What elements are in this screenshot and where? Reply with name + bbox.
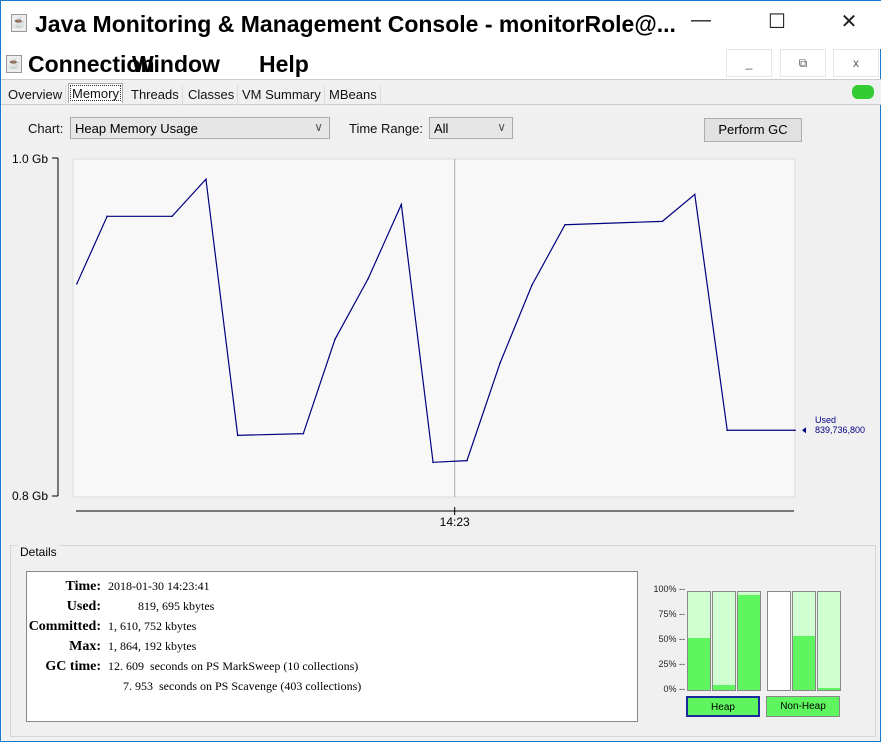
java-frame-icon: ☕ [6, 55, 22, 73]
chart-select[interactable]: Heap Memory Usage ∨ [70, 117, 330, 139]
heap-memory-chart: 1.0 Gb 0.8 Gb 14:23 Used 839,736,800 [12, 152, 865, 529]
data-point [661, 220, 664, 223]
details-title: Details [18, 545, 59, 559]
tab-memory[interactable]: Memory [68, 83, 123, 103]
menu-window[interactable]: Window [132, 51, 220, 78]
tab-mbeans[interactable]: MBeans [326, 85, 381, 105]
chevron-down-icon: ∨ [497, 120, 506, 134]
tab-threads[interactable]: Threads [128, 85, 183, 105]
tab-bar: Overview Memory Threads Classes VM Summa… [1, 79, 881, 105]
java-app-icon: ☕ [11, 14, 27, 32]
pool-usage-bar[interactable] [687, 591, 711, 691]
time-range-select[interactable]: All ∨ [429, 117, 513, 139]
detail-key: Max: [69, 639, 101, 654]
window-title: Java Monitoring & Management Console - m… [35, 11, 676, 37]
detail-value: 12. 609 seconds on PS MarkSweep (10 coll… [108, 659, 359, 673]
detail-value: 2018-01-30 14:23:41 [108, 579, 210, 593]
detail-row-max: Max: 1, 864, 192 kbytes [27, 639, 627, 655]
data-point [302, 432, 305, 435]
pct-label: 75% -- [658, 609, 685, 619]
detail-key: Time: [65, 579, 101, 594]
data-point [726, 429, 729, 432]
detail-key: Used: [66, 599, 101, 614]
data-point [236, 434, 239, 437]
detail-value: 1, 610, 752 kbytes [108, 619, 197, 633]
y-tick-label-bottom: 0.8 Gb [12, 489, 48, 503]
data-point [693, 193, 696, 196]
chart-label: Chart: [28, 121, 64, 136]
pool-usage-fill [688, 638, 710, 690]
inner-restore-button[interactable]: ⧉ [780, 49, 826, 77]
pool-usage-bar[interactable] [767, 591, 791, 691]
x-tick-label: 14:23 [440, 515, 470, 529]
data-point [466, 459, 468, 462]
pool-usage-bar[interactable] [792, 591, 816, 691]
time-range-label: Time Range: [349, 121, 423, 136]
perform-gc-button[interactable]: Perform GC [704, 118, 802, 142]
data-point [794, 429, 796, 432]
tab-overview[interactable]: Overview [5, 85, 67, 105]
data-point [564, 223, 566, 226]
data-point [432, 461, 434, 464]
pct-label: 50% -- [658, 634, 685, 644]
pct-label: 100% -- [653, 584, 685, 594]
legend-used-label: Used [815, 415, 836, 425]
details-box: Time: 2018-01-30 14:23:41 Used: 819, 695 … [26, 571, 638, 722]
close-button[interactable]: ✕ [829, 9, 869, 34]
data-point [400, 203, 403, 206]
detail-value: 7. 953 seconds on PS Scavenge (403 colle… [108, 679, 362, 693]
y-tick-label-top: 1.0 Gb [12, 152, 48, 166]
pct-label: 25% -- [658, 659, 685, 669]
detail-row-gc-time: GC time: 12. 609 seconds on PS MarkSweep … [27, 659, 627, 675]
memory-panel: Chart: Heap Memory Usage ∨ Time Range: Al… [2, 105, 880, 741]
chart-select-value: Heap Memory Usage [75, 121, 198, 136]
data-point [171, 215, 173, 218]
tab-vm-summary[interactable]: VM Summary [239, 85, 325, 105]
connection-status-icon [852, 85, 874, 99]
inner-close-button[interactable]: x [833, 49, 879, 77]
maximize-button[interactable]: ☐ [757, 9, 797, 34]
pool-usage-fill [738, 594, 760, 690]
minimize-button[interactable]: — [681, 9, 721, 32]
menu-help[interactable]: Help [259, 51, 309, 78]
pool-usage-fill [793, 636, 815, 690]
inner-minimize-button[interactable]: _ [726, 49, 772, 77]
legend-used-value: 839,736,800 [815, 425, 865, 435]
data-point [334, 338, 336, 341]
data-point [106, 215, 108, 218]
pool-usage-fill [713, 685, 735, 690]
non-heap-pool-button[interactable]: Non-Heap [766, 696, 840, 717]
pool-usage-bar[interactable] [737, 591, 761, 691]
data-point [531, 284, 533, 287]
heap-pool-button[interactable]: Heap [686, 696, 760, 717]
detail-row-time: Time: 2018-01-30 14:23:41 [27, 579, 627, 595]
current-value-marker [802, 427, 806, 434]
data-point [205, 178, 207, 181]
detail-value: 819, 695 kbytes [108, 599, 215, 613]
detail-row-gc-time-2: 7. 953 seconds on PS Scavenge (403 colle… [27, 679, 627, 695]
pool-usage-bar[interactable] [712, 591, 736, 691]
data-point [367, 277, 369, 280]
pool-usage-bar[interactable] [817, 591, 841, 691]
data-point [499, 362, 501, 364]
detail-value: 1, 864, 192 kbytes [108, 639, 197, 653]
details-panel: Details Time: 2018-01-30 14:23:41 Used: 8… [10, 545, 876, 737]
detail-row-used: Used: 819, 695 kbytes [27, 599, 627, 615]
data-point [76, 282, 78, 285]
detail-key: Committed: [28, 619, 101, 634]
detail-row-committed: Committed: 1, 610, 752 kbytes [27, 619, 627, 635]
plot-area [72, 158, 796, 498]
detail-key: GC time: [45, 659, 101, 674]
title-bar: ☕ Java Monitoring & Management Console -… [1, 1, 881, 49]
pct-label: 0% -- [663, 684, 685, 694]
pool-usage-fill [818, 688, 840, 690]
time-range-value: All [434, 121, 449, 136]
chevron-down-icon: ∨ [314, 120, 323, 134]
tab-classes[interactable]: Classes [185, 85, 239, 105]
